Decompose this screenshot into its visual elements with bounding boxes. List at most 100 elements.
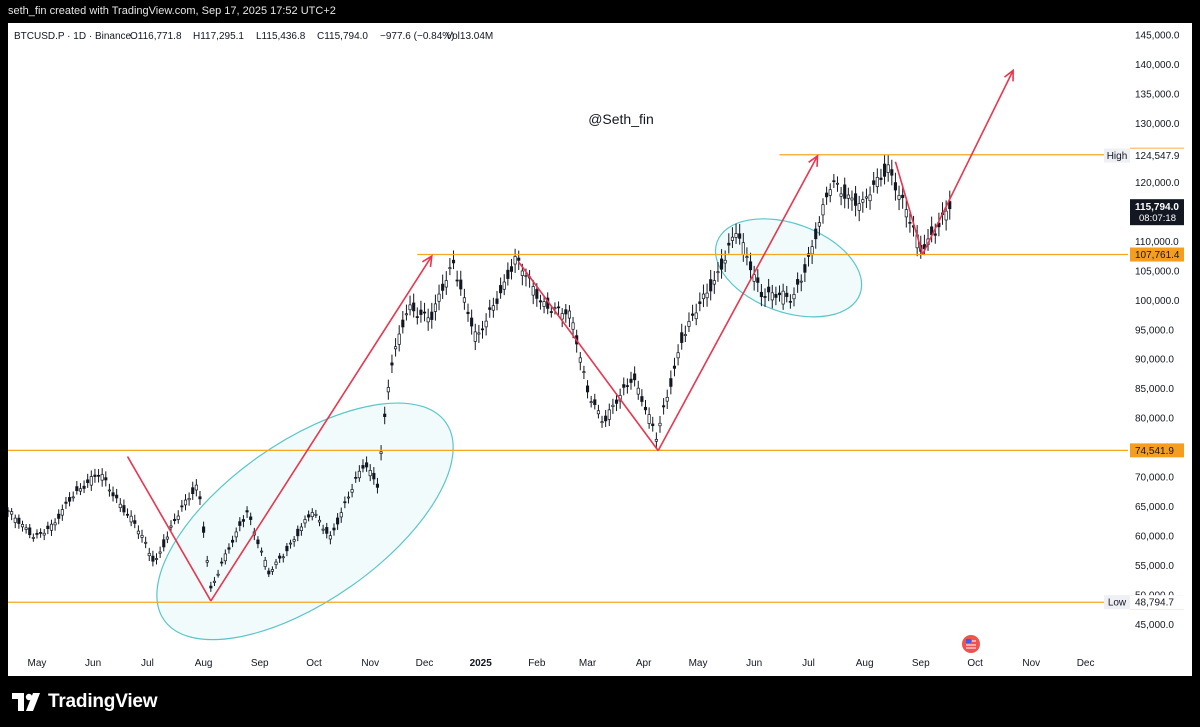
candle-body	[169, 525, 173, 528]
us-flag-icon[interactable]	[962, 635, 980, 653]
candle-body	[162, 539, 166, 548]
candle-body	[212, 580, 217, 583]
time-tick-label: Dec	[416, 658, 434, 669]
candle-body	[422, 311, 427, 314]
candle-body	[683, 334, 687, 336]
candle-body	[274, 561, 278, 565]
candle-body	[502, 281, 506, 290]
candle-body	[372, 472, 376, 480]
candle-body	[785, 292, 789, 297]
candle-body	[745, 256, 749, 258]
tradingview-logo[interactable]: TradingView	[12, 690, 158, 714]
time-axis-background	[8, 651, 1192, 676]
candle-body	[459, 279, 463, 290]
legend-change: −977.6 (−0.84%)	[380, 31, 455, 42]
candle-body	[307, 514, 311, 518]
candle-body	[249, 516, 253, 520]
candle-body	[890, 169, 894, 176]
candle-body	[691, 313, 695, 316]
candle-body	[484, 320, 488, 328]
candle-body	[448, 267, 452, 270]
time-tick-label: 2025	[470, 658, 493, 669]
candle-body	[365, 462, 369, 468]
time-tick-label: Dec	[1077, 658, 1095, 669]
candle-body	[303, 519, 307, 524]
currency-badge[interactable]	[962, 635, 980, 653]
candle-body	[408, 304, 412, 311]
candle-body	[788, 300, 792, 303]
candle-body	[238, 521, 242, 526]
candle-body	[600, 421, 604, 424]
candle-body	[220, 561, 224, 564]
time-tick-label: Jun	[746, 658, 762, 669]
candle-body	[426, 317, 430, 323]
candle-body	[698, 301, 702, 304]
candle-body	[944, 210, 948, 221]
candle-body	[375, 483, 380, 488]
candle-body	[654, 439, 658, 442]
candle-body	[578, 357, 582, 363]
candle-body	[64, 501, 68, 504]
candle-body	[524, 275, 528, 277]
candle-body	[680, 332, 684, 343]
candle-body	[227, 547, 231, 550]
candle-body	[727, 242, 731, 246]
candle-body	[158, 551, 162, 554]
candle-body	[151, 555, 155, 562]
candle-body	[553, 307, 557, 309]
candle-body	[17, 517, 21, 524]
candle-body	[763, 296, 767, 298]
candle-body	[31, 537, 35, 539]
candle-body	[343, 501, 347, 504]
candle-body	[901, 194, 905, 199]
candle-body	[125, 513, 130, 516]
candle-body	[444, 280, 448, 288]
candle-body	[176, 515, 180, 520]
candle-body	[234, 531, 238, 538]
candle-body	[839, 193, 843, 197]
candle-body	[509, 266, 514, 272]
time-tick-label: Aug	[195, 658, 213, 669]
candle-body	[328, 535, 332, 540]
candle-body	[730, 236, 734, 241]
candle-body	[647, 414, 651, 424]
candle-body	[883, 163, 887, 177]
candle-body	[437, 293, 441, 302]
legend-symbol: BTCUSD.P · 1D · Binance	[14, 31, 132, 42]
candle-body	[270, 569, 274, 572]
candle-body	[75, 486, 79, 492]
candle-body	[231, 539, 235, 543]
candle-body	[321, 528, 325, 531]
candle-body	[433, 303, 437, 312]
candle-body	[814, 228, 818, 240]
candle-body	[850, 197, 854, 201]
candle-body	[267, 570, 271, 575]
candle-body	[564, 309, 568, 315]
candle-body	[835, 182, 840, 185]
price-chart[interactable]: 45,000.050,000.055,000.060,000.065,000.0…	[6, 23, 1192, 676]
candle-body	[78, 488, 82, 492]
candle-body	[401, 319, 405, 328]
candle-body	[278, 555, 282, 559]
candle-body	[857, 203, 861, 211]
candle-body	[513, 256, 517, 265]
candle-body	[701, 293, 706, 300]
candle-body	[336, 517, 340, 525]
candle-body	[93, 474, 97, 477]
price-tick-label: 95,000.0	[1135, 325, 1174, 336]
chart-frame[interactable]: 45,000.050,000.055,000.060,000.065,000.0…	[6, 23, 1192, 676]
candle-body	[115, 494, 119, 499]
candle-body	[194, 484, 198, 491]
time-tick-label: Sep	[251, 658, 269, 669]
author-watermark: @Seth_fin	[588, 111, 654, 127]
candle-body	[6, 510, 10, 513]
candle-body	[622, 384, 626, 388]
candle-body	[97, 474, 101, 477]
candle-body	[129, 515, 133, 523]
candle-body	[886, 164, 890, 173]
time-tick-label: Mar	[579, 658, 597, 669]
candle-body	[100, 474, 104, 481]
candle-body	[317, 519, 322, 523]
time-tick-label: Apr	[636, 658, 652, 669]
top-bar: seth_fin created with TradingView.com, S…	[0, 0, 1200, 22]
